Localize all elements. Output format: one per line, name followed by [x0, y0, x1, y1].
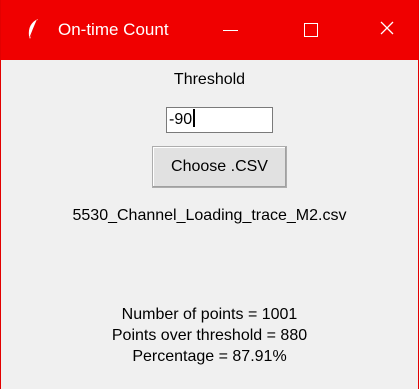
- close-button[interactable]: [363, 0, 411, 60]
- threshold-value: -90: [169, 111, 193, 128]
- title-bar[interactable]: On-time Count: [1, 0, 418, 60]
- feather-icon: [25, 18, 41, 40]
- text-caret: [193, 109, 196, 127]
- app-window: On-time Count Threshold -90 Choose .CSV …: [0, 0, 419, 389]
- maximize-icon: [304, 23, 318, 37]
- threshold-label: Threshold: [173, 71, 246, 88]
- main-content: Threshold -90 Choose .CSV 5530_Channel_L…: [1, 60, 418, 389]
- window-title: On-time Count: [58, 20, 169, 39]
- points-over-threshold-text: Points over threshold = 880: [111, 327, 308, 344]
- maximize-button[interactable]: [287, 0, 335, 60]
- threshold-input[interactable]: -90: [166, 107, 273, 133]
- close-icon: [379, 20, 395, 41]
- number-of-points-text: Number of points = 1001: [121, 306, 298, 323]
- minimize-icon: [222, 29, 238, 31]
- percentage-text: Percentage = 87.91%: [132, 348, 287, 365]
- minimize-button[interactable]: [206, 0, 254, 60]
- results-panel: Number of points = 1001 Points over thre…: [1, 304, 418, 367]
- selected-file-label: 5530_Channel_Loading_trace_M2.csv: [72, 207, 347, 224]
- choose-csv-button[interactable]: Choose .CSV: [152, 146, 287, 188]
